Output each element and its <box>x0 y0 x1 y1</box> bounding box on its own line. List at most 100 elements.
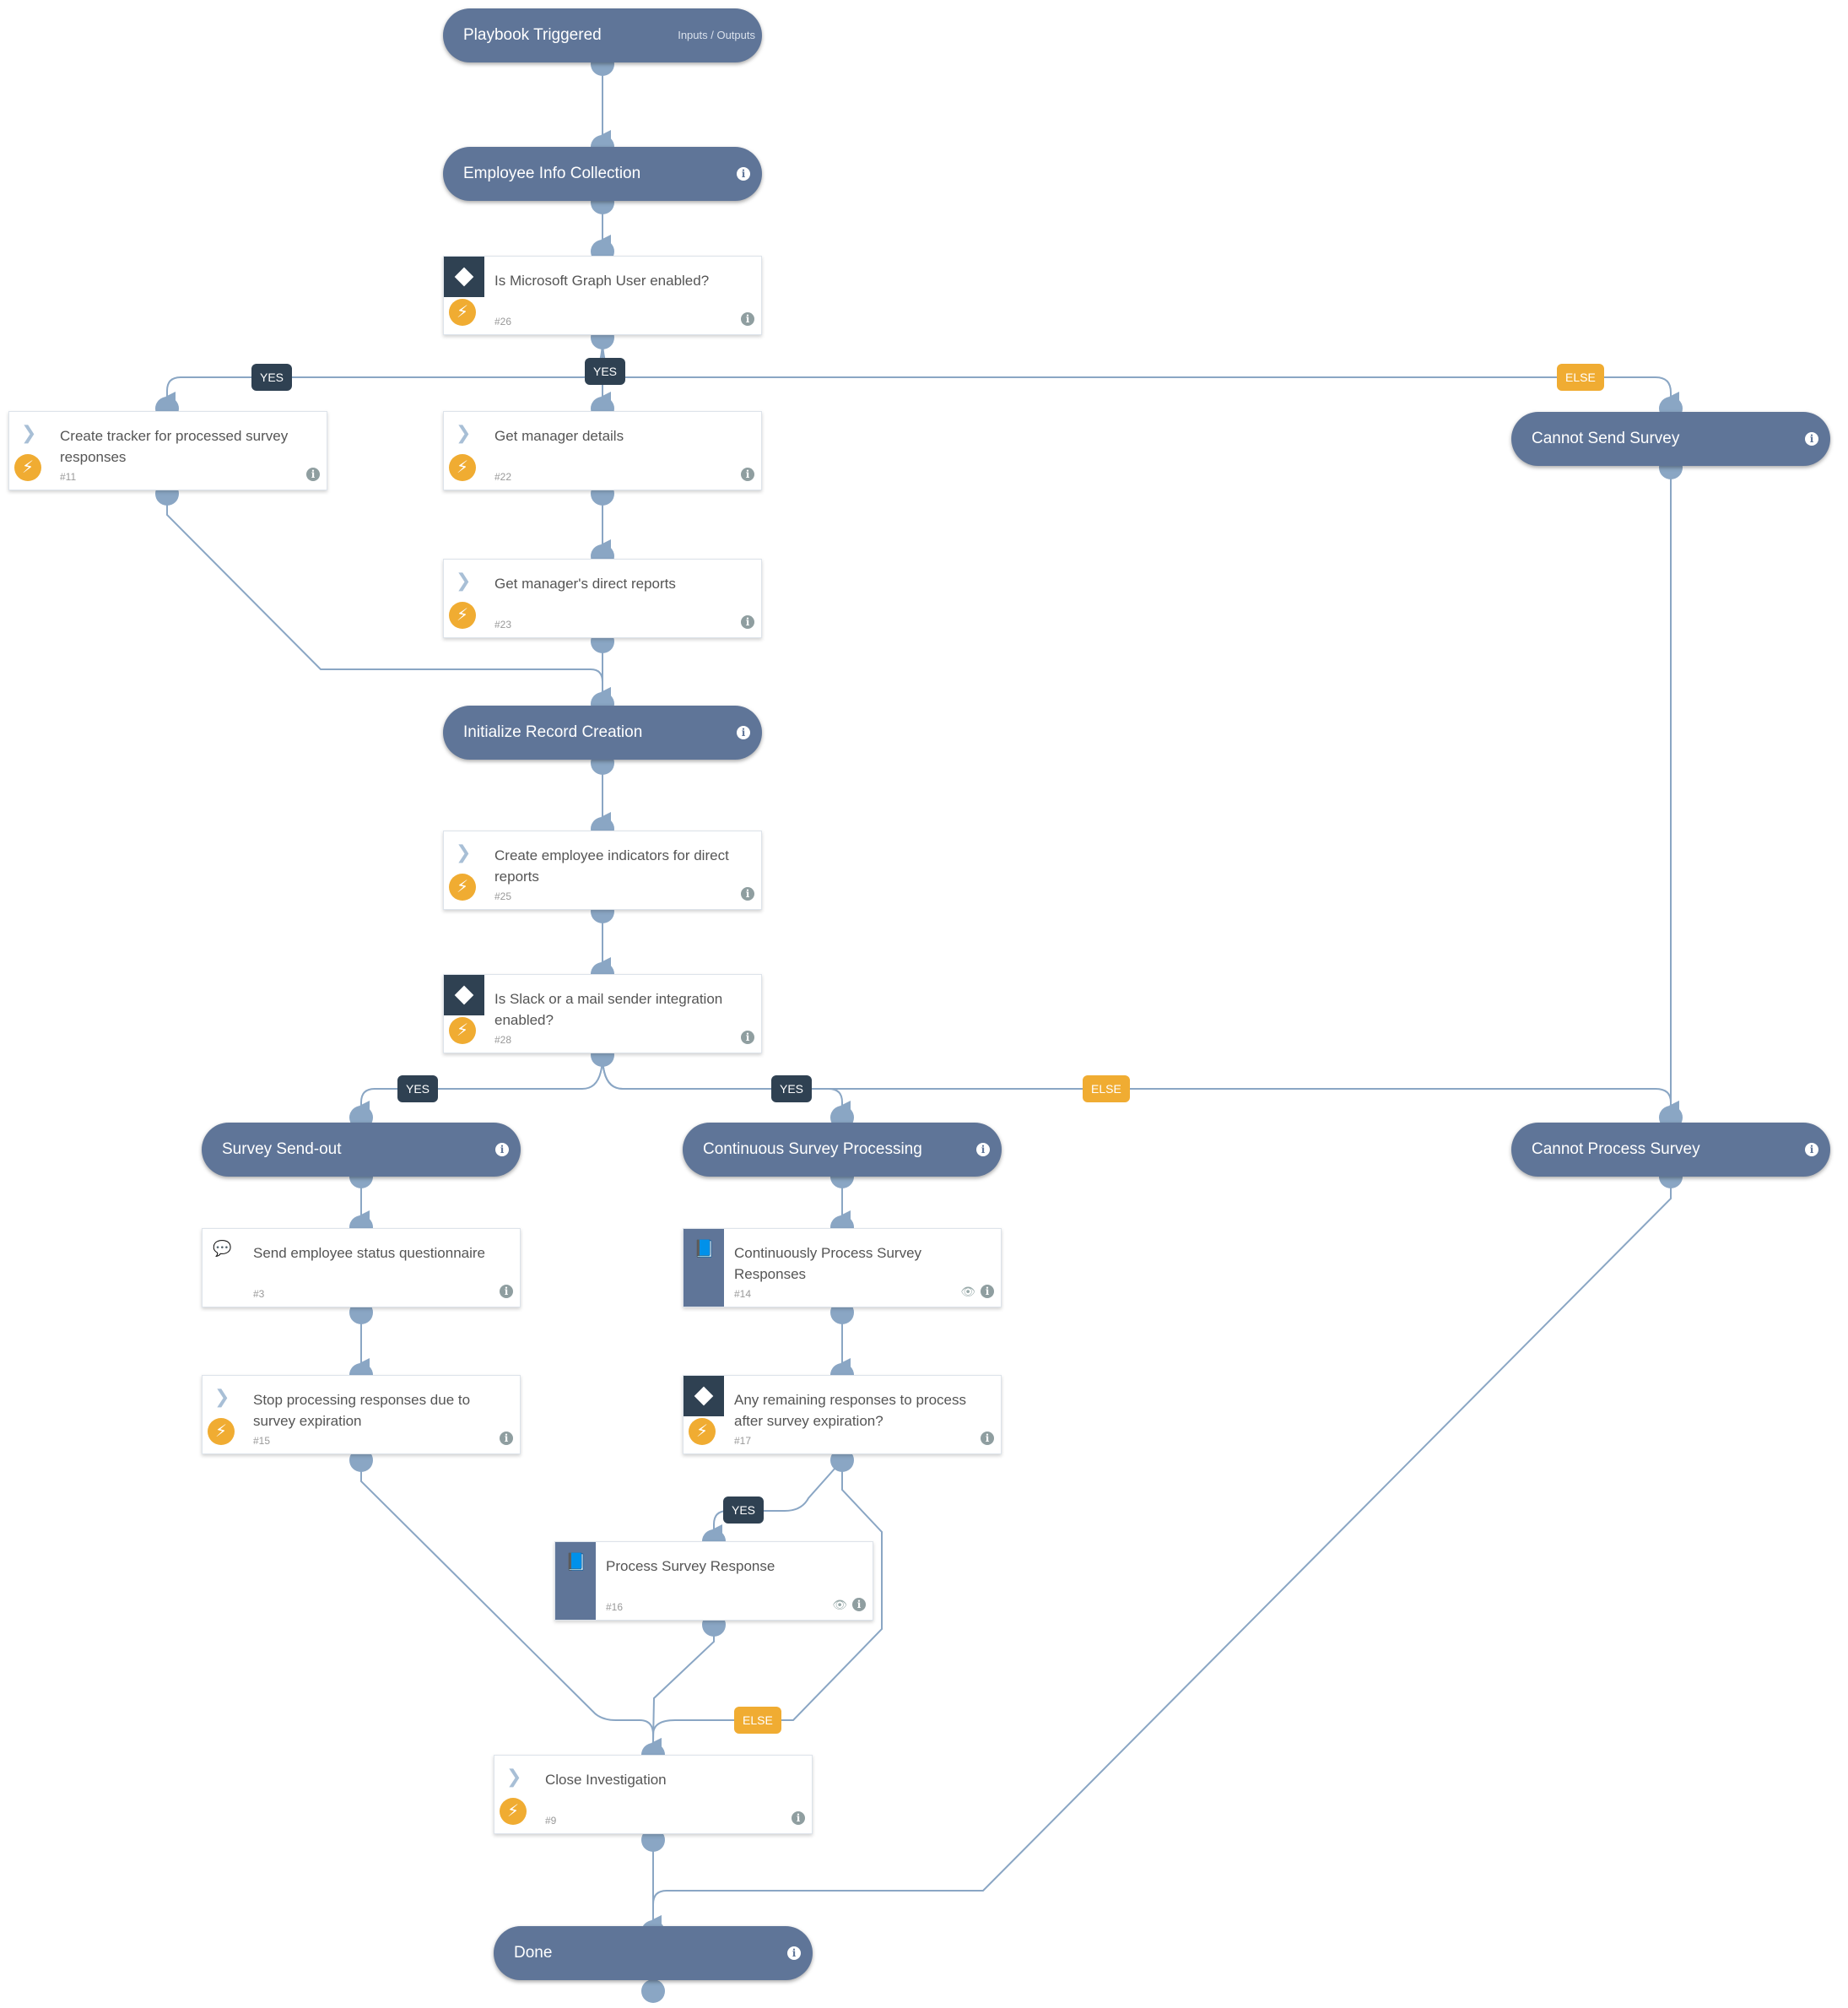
task-title: Stop processing responses due to survey … <box>253 1392 471 1429</box>
chevron-icon: ❯ <box>21 422 37 443</box>
automation-bolt-icon: ⚡ <box>689 1418 716 1445</box>
automation-bolt-icon: ⚡ <box>449 299 476 326</box>
port[interactable] <box>641 1979 665 2003</box>
automation-bolt-icon: ⚡ <box>449 874 476 901</box>
task-node-28[interactable]: Is Slack or a mail sender integration en… <box>443 974 762 1053</box>
info-icon[interactable]: i <box>976 1143 990 1156</box>
task-node-17[interactable]: Any remaining responses to process after… <box>683 1375 1002 1454</box>
task-title: Close Investigation <box>545 1772 667 1788</box>
section-continuous-survey-processing[interactable]: Continuous Survey Processing i <box>683 1123 1002 1177</box>
info-icon[interactable]: i <box>1805 432 1818 446</box>
task-number: #22 <box>494 471 512 483</box>
info-icon[interactable]: i <box>741 887 754 901</box>
inputs-outputs-link[interactable]: Inputs / Outputs <box>678 8 755 62</box>
diamond-icon <box>454 267 474 287</box>
playbook-bar: 📘 <box>555 1542 596 1620</box>
node-title: Continuous Survey Processing <box>703 1140 922 1158</box>
edge-label-yes[interactable]: YES <box>723 1497 765 1524</box>
section-cannot-process-survey[interactable]: Cannot Process Survey i <box>1511 1123 1830 1177</box>
chevron-icon: ❯ <box>456 570 472 591</box>
automation-bolt-icon: ⚡ <box>500 1798 527 1825</box>
task-title: Is Slack or a mail sender integration en… <box>494 991 723 1028</box>
edge-t28-else-to-cannot-process <box>602 1054 1679 1111</box>
automation-bolt-icon: ⚡ <box>208 1418 235 1445</box>
section-done[interactable]: Done i <box>494 1926 813 1980</box>
section-initialize-record-creation[interactable]: Initialize Record Creation i <box>443 706 762 760</box>
chevron-icon: ❯ <box>456 422 472 443</box>
eye-icon[interactable]: 👁 <box>960 1285 975 1298</box>
diamond-icon <box>694 1386 714 1406</box>
edge-label-yes[interactable]: YES <box>771 1075 813 1102</box>
task-title: Create employee indicators for direct re… <box>494 847 729 885</box>
playbook-triggered-node[interactable]: Playbook Triggered Inputs / Outputs <box>443 8 762 62</box>
edge-label-else[interactable]: ELSE <box>1557 364 1604 391</box>
edge-label-else[interactable]: ELSE <box>1083 1075 1130 1102</box>
info-icon[interactable]: i <box>737 167 750 181</box>
task-node-3[interactable]: 💬 Send employee status questionnaire #3 … <box>202 1228 521 1307</box>
playbook-canvas[interactable]: Playbook Triggered Inputs / Outputs Empl… <box>0 0 1848 2008</box>
info-icon[interactable]: i <box>741 312 754 326</box>
task-node-15[interactable]: ❯ Stop processing responses due to surve… <box>202 1375 521 1454</box>
section-survey-send-out[interactable]: Survey Send-out i <box>202 1123 521 1177</box>
task-node-9[interactable]: ❯ Close Investigation ⚡ #9 i <box>494 1755 813 1834</box>
task-number: #3 <box>253 1288 265 1300</box>
task-title: Get manager details <box>494 428 624 444</box>
task-number: #28 <box>494 1034 512 1046</box>
task-node-25[interactable]: ❯ Create employee indicators for direct … <box>443 831 762 910</box>
node-title: Done <box>514 1944 553 1962</box>
info-icon[interactable]: i <box>741 468 754 481</box>
info-icon[interactable]: i <box>1805 1143 1818 1156</box>
task-node-16[interactable]: 📘 Process Survey Response #16 👁 i <box>554 1541 873 1621</box>
task-title: Continuously Process Survey Responses <box>734 1245 922 1282</box>
task-number: #15 <box>253 1435 271 1447</box>
node-title: Initialize Record Creation <box>463 723 643 741</box>
task-number: #26 <box>494 316 512 327</box>
info-icon[interactable]: i <box>787 1946 801 1960</box>
task-title: Is Microsoft Graph User enabled? <box>494 273 710 289</box>
chevron-icon: ❯ <box>214 1386 230 1407</box>
task-number: #25 <box>494 890 512 902</box>
section-employee-info-collection[interactable]: Employee Info Collection i <box>443 147 762 201</box>
task-number: #14 <box>734 1288 752 1300</box>
condition-header <box>684 1376 724 1416</box>
node-title: Cannot Send Survey <box>1532 430 1680 447</box>
task-title: Create tracker for processed survey resp… <box>60 428 289 465</box>
info-icon[interactable]: i <box>741 615 754 629</box>
info-icon[interactable]: i <box>981 1432 994 1445</box>
chat-icon: 💬 <box>213 1240 232 1257</box>
info-icon[interactable]: i <box>741 1031 754 1044</box>
task-node-23[interactable]: ❯ Get manager's direct reports ⚡ #23 i <box>443 559 762 638</box>
automation-bolt-icon: ⚡ <box>449 1017 476 1044</box>
node-title: Employee Info Collection <box>463 165 641 182</box>
task-title: Process Survey Response <box>606 1558 775 1574</box>
task-number: #17 <box>734 1435 752 1447</box>
edge-label-yes[interactable]: YES <box>585 358 626 385</box>
chevron-icon: ❯ <box>456 842 472 863</box>
task-node-11[interactable]: ❯ Create tracker for processed survey re… <box>8 411 327 490</box>
task-node-26[interactable]: Is Microsoft Graph User enabled? ⚡ #26 i <box>443 256 762 335</box>
info-icon[interactable]: i <box>500 1285 513 1298</box>
node-title: Survey Send-out <box>222 1140 342 1158</box>
book-icon: 📘 <box>694 1240 715 1258</box>
eye-icon[interactable]: 👁 <box>832 1598 847 1611</box>
section-cannot-send-survey[interactable]: Cannot Send Survey i <box>1511 412 1830 466</box>
info-icon[interactable]: i <box>495 1143 509 1156</box>
edge-label-else[interactable]: ELSE <box>734 1707 781 1734</box>
automation-bolt-icon: ⚡ <box>449 602 476 629</box>
info-icon[interactable]: i <box>852 1598 866 1611</box>
task-title: Get manager's direct reports <box>494 576 676 592</box>
info-icon[interactable]: i <box>500 1432 513 1445</box>
edges-layer <box>165 73 1679 1925</box>
edge-label-yes[interactable]: YES <box>397 1075 439 1102</box>
info-icon[interactable]: i <box>792 1811 805 1825</box>
task-number: #9 <box>545 1815 557 1827</box>
task-node-14[interactable]: 📘 Continuously Process Survey Responses … <box>683 1228 1002 1307</box>
task-number: #11 <box>60 471 77 483</box>
chevron-icon: ❯ <box>506 1766 522 1787</box>
info-icon[interactable]: i <box>306 468 320 481</box>
edge-label-yes[interactable]: YES <box>251 364 293 391</box>
task-title: Any remaining responses to process after… <box>734 1392 966 1429</box>
info-icon[interactable]: i <box>981 1285 994 1298</box>
task-node-22[interactable]: ❯ Get manager details ⚡ #22 i <box>443 411 762 490</box>
info-icon[interactable]: i <box>737 726 750 739</box>
